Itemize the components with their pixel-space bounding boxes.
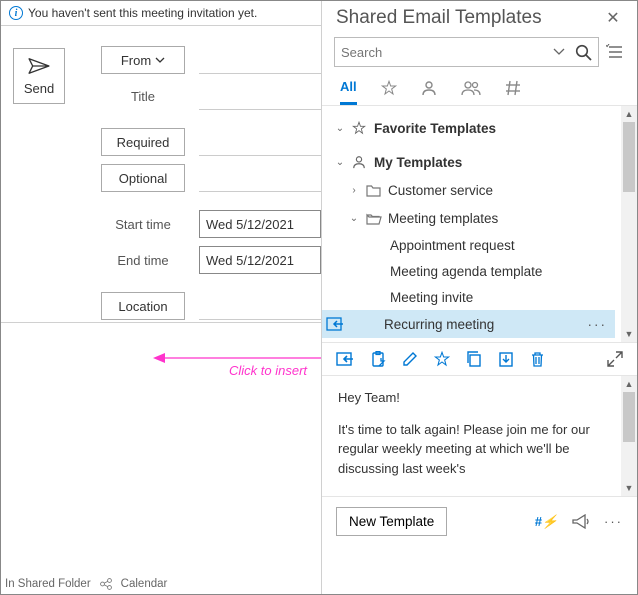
title-label: Title — [101, 89, 185, 104]
favorite-action[interactable] — [434, 351, 450, 367]
start-time-input[interactable]: Wed 5/12/2021 — [199, 210, 321, 238]
location-button[interactable]: Location — [101, 292, 185, 320]
preview-greeting: Hey Team! — [338, 388, 615, 408]
tab-team[interactable] — [461, 80, 481, 104]
filter-options-icon[interactable] — [605, 42, 625, 62]
tab-personal[interactable] — [421, 80, 437, 104]
tab-favorites[interactable] — [381, 80, 397, 104]
tree-scrollbar[interactable]: ▲ ▼ — [621, 106, 637, 342]
panel-title: Shared Email Templates — [336, 7, 542, 29]
scroll-thumb[interactable] — [623, 122, 635, 192]
delete-action[interactable] — [530, 351, 545, 367]
more-icon[interactable]: ··· — [604, 514, 623, 529]
tab-tags[interactable] — [505, 80, 521, 104]
preview-scrollbar[interactable]: ▲ ▼ — [621, 376, 637, 496]
info-text: You haven't sent this meeting invitation… — [28, 6, 257, 20]
paste-action[interactable] — [370, 351, 386, 367]
chevron-down-icon[interactable] — [553, 48, 565, 56]
hash-icon — [505, 80, 521, 96]
compose-area: Send From Title Required Optional — [1, 25, 321, 323]
required-button[interactable]: Required — [101, 128, 185, 156]
folder-favorites[interactable]: ⌄ Favorite Templates — [334, 114, 633, 142]
scroll-down-icon[interactable]: ▼ — [621, 480, 637, 496]
template-preview: Hey Team! It's time to talk again! Pleas… — [322, 376, 637, 486]
status-context: Calendar — [121, 578, 168, 590]
edit-action[interactable] — [402, 351, 418, 367]
status-folder: In Shared Folder — [5, 578, 91, 590]
scroll-up-icon[interactable]: ▲ — [621, 106, 637, 122]
person-icon — [421, 80, 437, 96]
optional-input[interactable] — [199, 164, 321, 192]
folder-meeting-templates[interactable]: ⌄ Meeting templates — [334, 204, 633, 232]
location-input[interactable] — [199, 292, 321, 320]
from-label: From — [121, 53, 151, 68]
scroll-up-icon[interactable]: ▲ — [621, 376, 637, 392]
tab-all[interactable]: All — [340, 79, 357, 105]
annotation-text: Click to insert — [229, 363, 307, 378]
end-time-input[interactable]: Wed 5/12/2021 — [199, 246, 321, 274]
send-label: Send — [24, 81, 54, 96]
folder-icon — [366, 184, 381, 197]
scroll-thumb[interactable] — [623, 392, 635, 442]
new-template-button[interactable]: New Template — [336, 507, 447, 536]
start-time-label: Start time — [101, 217, 185, 232]
people-icon — [461, 80, 481, 96]
hash-bolt-icon[interactable]: #⚡ — [535, 514, 558, 530]
info-icon: i — [9, 6, 23, 20]
search-box[interactable] — [334, 37, 599, 67]
annotation-arrow — [153, 351, 321, 365]
preview-body: It's time to talk again! Please join me … — [338, 420, 615, 479]
send-icon — [28, 57, 50, 75]
insert-icon — [326, 316, 344, 332]
search-input[interactable] — [341, 45, 553, 60]
template-appointment-request[interactable]: Appointment request — [334, 232, 633, 258]
status-bar: In Shared Folder Calendar — [1, 574, 321, 594]
template-recurring-meeting[interactable]: Recurring meeting ··· — [322, 310, 615, 338]
template-meeting-agenda[interactable]: Meeting agenda template — [334, 258, 633, 284]
required-input[interactable] — [199, 128, 321, 156]
share-icon — [99, 577, 113, 591]
action-bar — [322, 342, 637, 376]
expand-action[interactable] — [607, 351, 623, 367]
person-icon — [352, 155, 366, 169]
title-input[interactable] — [199, 82, 321, 110]
info-bar: i You haven't sent this meeting invitati… — [1, 1, 321, 25]
star-icon — [352, 121, 366, 135]
close-button[interactable]: ✕ — [603, 8, 623, 28]
more-options[interactable]: ··· — [588, 317, 608, 332]
insert-action[interactable] — [336, 351, 354, 367]
end-time-label: End time — [101, 253, 185, 268]
folder-my-templates[interactable]: ⌄ My Templates — [334, 148, 633, 176]
megaphone-icon[interactable] — [572, 514, 590, 529]
scroll-down-icon[interactable]: ▼ — [621, 326, 637, 342]
send-button[interactable]: Send — [13, 48, 65, 104]
download-action[interactable] — [498, 351, 514, 367]
from-button[interactable]: From — [101, 46, 185, 74]
template-meeting-invite[interactable]: Meeting invite — [334, 284, 633, 310]
template-tree: ⌄ Favorite Templates ⌄ My Templates › Cu… — [322, 106, 637, 342]
star-icon — [381, 80, 397, 96]
tabs: All — [322, 71, 637, 106]
folder-open-icon — [366, 212, 382, 225]
optional-button[interactable]: Optional — [101, 164, 185, 192]
search-icon[interactable] — [575, 44, 592, 61]
folder-customer-service[interactable]: › Customer service — [334, 176, 633, 204]
copy-action[interactable] — [466, 351, 482, 367]
from-input[interactable] — [199, 46, 321, 74]
chevron-down-icon — [155, 57, 165, 63]
